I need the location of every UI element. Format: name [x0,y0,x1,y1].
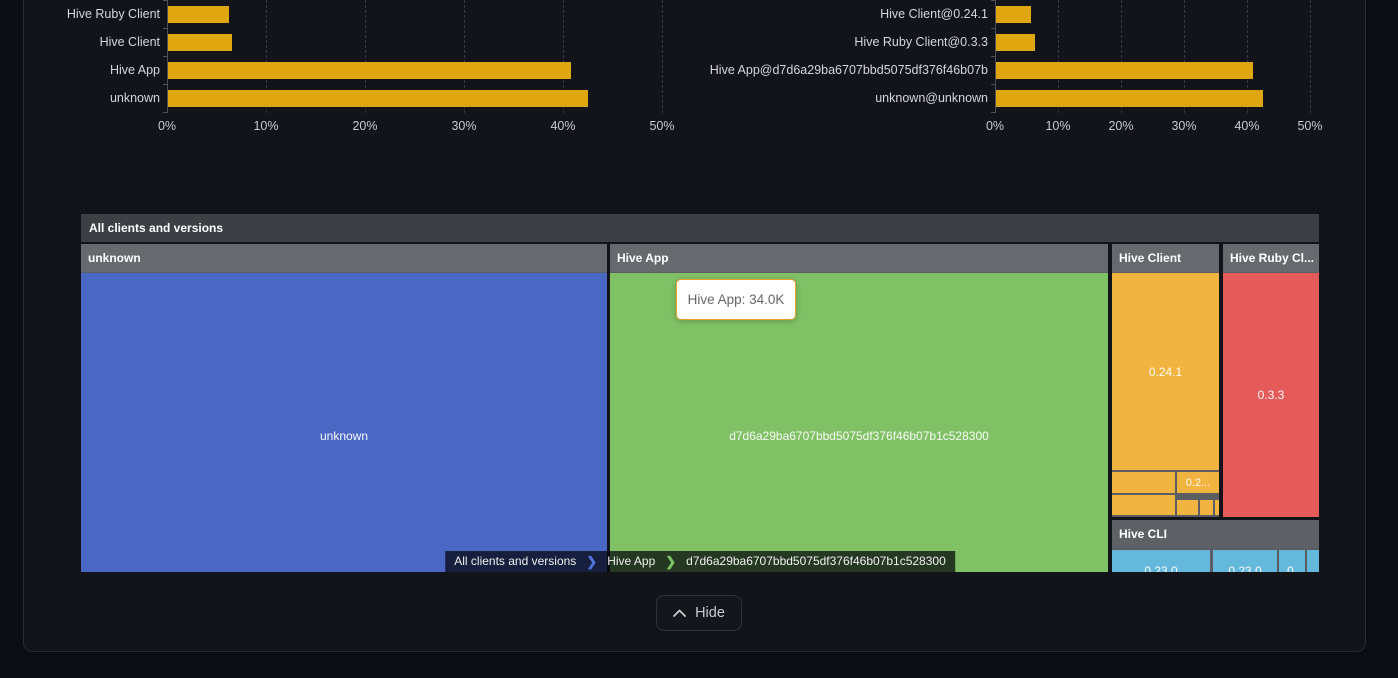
treemap-tooltip: Hive App: 34.0K [676,279,796,320]
axis-tick [163,0,167,1]
treemap-section-header[interactable]: Hive Ruby Cl... [1223,244,1319,272]
axis-tick [991,28,995,29]
x-tick-label: 40% [533,119,593,133]
treemap-cell[interactable]: 0. [1279,550,1305,572]
x-tick-label: 20% [335,119,395,133]
treemap-cell[interactable] [1112,495,1175,515]
bar[interactable] [996,34,1035,51]
treemap-cell[interactable]: unknown [81,273,607,572]
x-tick-label: 0% [137,119,197,133]
treemap-section-header[interactable]: Hive App [610,244,1108,272]
axis-tick [163,84,167,85]
y-category-label: Hive Client [0,34,160,51]
chevron-right-icon: ❯ [585,551,598,572]
hide-button[interactable]: Hide [656,595,742,631]
axis-tick [163,56,167,57]
chevron-right-icon: ❯ [664,551,677,572]
breadcrumb-item-root[interactable]: All clients and versions [445,551,585,572]
treemap-cell[interactable]: 0.23.0 [1213,550,1277,572]
y-category-label: unknown@unknown [688,90,988,107]
y-category-label: Hive Client@0.24.1 [688,6,988,23]
x-tick-label: 30% [434,119,494,133]
treemap-breadcrumb: All clients and versions ❯ Hive App ❯ d7… [445,551,955,572]
treemap-cell-label: 0.23.0 [1228,564,1261,573]
treemap-cell[interactable]: 0.3.3 [1223,273,1319,517]
bar[interactable] [996,90,1263,107]
treemap-cell-label: 0.23.0 [1144,564,1177,573]
treemap-cell[interactable]: 0.23.0 [1112,550,1210,572]
treemap-cell[interactable]: 0.2... [1177,472,1219,493]
axis-tick [991,0,995,1]
treemap-section: Hive Client 0.24.1 0.2... [1112,244,1219,517]
treemap-root-header[interactable]: All clients and versions [81,214,1319,242]
bar[interactable] [996,62,1253,79]
breadcrumb-item-version-hash[interactable]: d7d6a29ba6707bbd5075df376f46b07b1c528300 [677,551,955,572]
treemap-cell[interactable]: 0.24.1 [1112,273,1219,470]
y-category-label: Hive App@d7d6a29ba6707bbd5075df376f46b07… [688,62,988,79]
x-tick-label: 10% [1028,119,1088,133]
x-tick-label: 50% [632,119,692,133]
treemap-section: Hive CLI 0.23.0 0.23.0 0. [1112,520,1319,572]
y-category-label: Hive Ruby Client [0,6,160,23]
treemap-section-header[interactable]: Hive Client [1112,244,1219,272]
treemap-cell-label: d7d6a29ba6707bbd5075df376f46b07b1c528300 [729,429,989,443]
bar[interactable] [168,62,571,79]
treemap-cell-label: unknown [320,429,368,443]
x-tick-label: 40% [1217,119,1277,133]
x-tick-label: 20% [1091,119,1151,133]
grid-line [662,0,663,113]
grid-line [1310,0,1311,113]
bar[interactable] [996,6,1031,23]
y-category-label: unknown [0,90,160,107]
treemap-cell[interactable] [1307,550,1319,572]
x-tick-label: 30% [1154,119,1214,133]
treemap-cell[interactable] [1112,472,1175,493]
bar[interactable] [168,34,232,51]
treemap-cell[interactable] [1215,500,1219,515]
y-category-label: Hive Ruby Client@0.3.3 [688,34,988,51]
dashboard-page: 0%10%20%30%40%50%Hive Ruby ClientHive Cl… [0,0,1398,678]
axis-tick [991,112,995,113]
y-category-label: Hive App [0,62,160,79]
treemap-section-header[interactable]: Hive CLI [1112,520,1319,548]
chevron-up-icon [673,609,686,617]
treemap-cell-label: 0.2... [1186,477,1210,489]
treemap-section: unknown unknown [81,244,607,572]
treemap-section: Hive Ruby Cl... 0.3.3 [1223,244,1319,517]
panel-footer: Hide [0,595,1398,631]
axis-tick [991,84,995,85]
x-tick-label: 0% [965,119,1025,133]
axis-tick [991,56,995,57]
treemap-section-header[interactable]: unknown [81,244,607,272]
treemap-cell-label: 0. [1287,564,1297,573]
axis-tick [163,112,167,113]
x-tick-label: 10% [236,119,296,133]
treemap-cell[interactable] [1177,500,1198,515]
axis-tick [163,28,167,29]
treemap-cell[interactable] [1200,500,1213,515]
breadcrumb-item-hive-app[interactable]: Hive App [598,551,664,572]
x-tick-label: 50% [1280,119,1340,133]
clients-treemap: All clients and versions unknownunknownH… [81,214,1319,572]
hide-button-label: Hide [695,605,725,621]
tooltip-text: Hive App: 34.0K [688,292,785,307]
treemap-cell-label: 0.3.3 [1258,388,1285,402]
bar[interactable] [168,6,229,23]
treemap-cell-label: 0.24.1 [1149,365,1182,379]
bar[interactable] [168,90,588,107]
